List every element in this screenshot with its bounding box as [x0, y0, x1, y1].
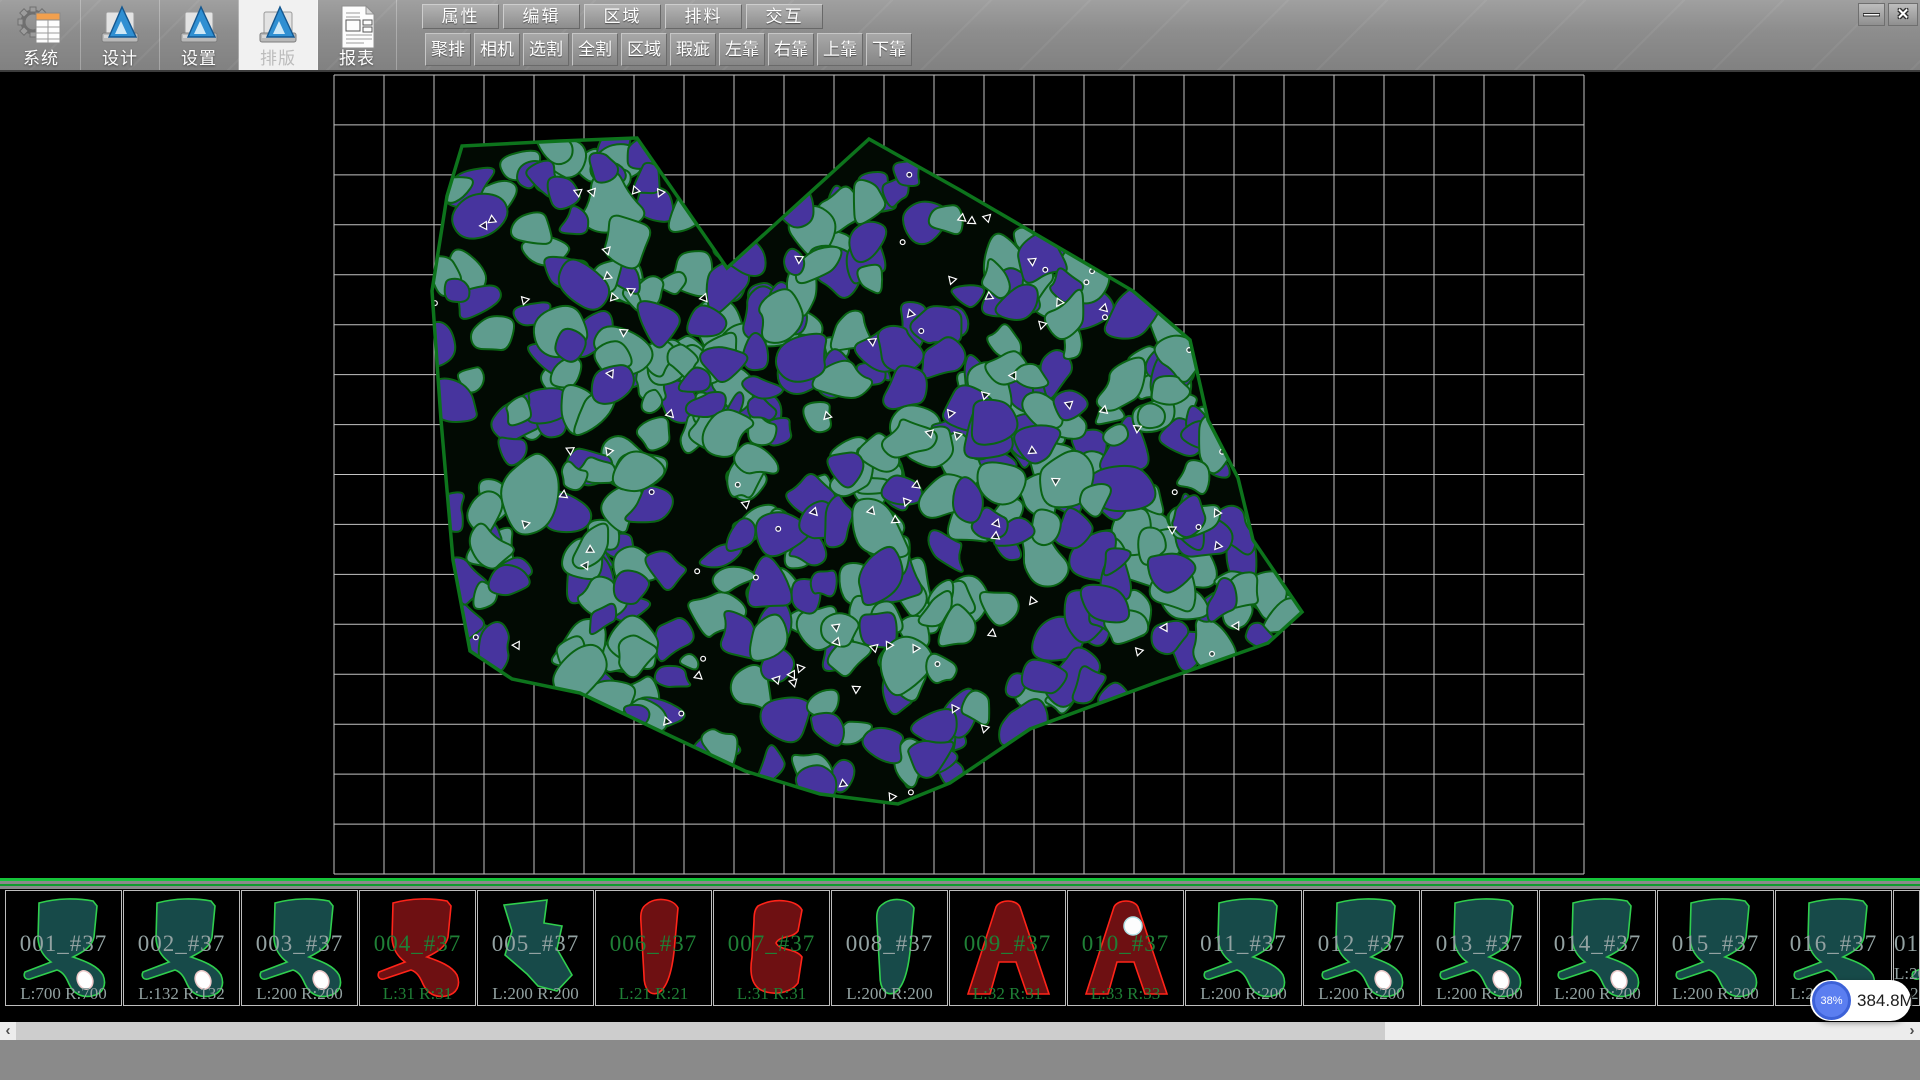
horizontal-scrollbar[interactable]: ‹ › — [0, 1022, 1920, 1040]
tool-button-10[interactable]: 下靠 — [866, 33, 912, 66]
piece-shape-preview — [596, 891, 712, 1005]
piece-thumbnail-9[interactable]: 009_#37L:32 R:31 — [949, 890, 1066, 1006]
piece-thumbnail-6[interactable]: 006_#37L:21 R:21 — [595, 890, 712, 1006]
piece-shape-preview — [1068, 891, 1184, 1005]
icon-button-label: 排版 — [239, 44, 317, 69]
nesting-drawing — [0, 72, 1920, 878]
tool-button-4[interactable]: 全割 — [572, 33, 618, 66]
piece-thumbnail-5[interactable]: 005_#37L:200 R:200 — [477, 890, 594, 1006]
green-separator-bottom — [0, 884, 1920, 886]
icon-button-label: 报表 — [318, 44, 396, 69]
tool-button-2[interactable]: 相机 — [474, 33, 520, 66]
piece-shape-preview — [950, 891, 1066, 1005]
tool-button-5[interactable]: 区域 — [621, 33, 667, 66]
piece-thumbnail-14[interactable]: 014_#37L:200 R:200 — [1539, 890, 1656, 1006]
menu-tab-4[interactable]: 排料 — [665, 4, 742, 29]
bottom-bar — [0, 1040, 1920, 1080]
icon-button-3[interactable]: 设置 — [160, 0, 239, 70]
tool-button-1[interactable]: 聚排 — [425, 33, 471, 66]
tool-button-3[interactable]: 选割 — [523, 33, 569, 66]
piece-shape-preview — [6, 891, 122, 1005]
icon-button-4[interactable]: 排版 — [239, 0, 318, 70]
piece-shape-preview — [124, 891, 240, 1005]
progress-percent-badge: 38% — [1812, 981, 1851, 1020]
icon-button-label: 设置 — [160, 44, 238, 69]
piece-shape-preview — [1540, 891, 1656, 1005]
piece-shape-preview — [1186, 891, 1302, 1005]
piece-thumbnail-7[interactable]: 007_#37L:31 R:31 — [713, 890, 830, 1006]
piece-shape-preview — [1422, 891, 1538, 1005]
memory-progress-pill: 38% 384.8M — [1810, 980, 1911, 1021]
piece-shape-preview — [242, 891, 358, 1005]
piece-shape-preview — [714, 891, 830, 1005]
tool-button-7[interactable]: 左靠 — [719, 33, 765, 66]
icon-button-2[interactable]: 设计 — [81, 0, 160, 70]
icon-button-5[interactable]: 报表 — [318, 0, 397, 70]
piece-shape-preview — [832, 891, 948, 1005]
tool-button-8[interactable]: 右靠 — [768, 33, 814, 66]
piece-thumbnail-1[interactable]: 001_#37L:700 R:700 — [5, 890, 122, 1006]
piece-thumbnail-3[interactable]: 003_#37L:200 R:200 — [241, 890, 358, 1006]
green-separator-top — [0, 878, 1920, 881]
piece-thumbnail-strip: 001_#37L:700 R:700002_#37L:132 R:132003_… — [0, 889, 1920, 1022]
menu-tab-3[interactable]: 区域 — [584, 4, 661, 29]
piece-thumbnail-10[interactable]: 010_#37L:33 R:33 — [1067, 890, 1184, 1006]
scrollbar-thumb[interactable] — [16, 1022, 1385, 1040]
progress-percent: 38% — [1820, 995, 1842, 1007]
piece-thumbnail-2[interactable]: 002_#37L:132 R:132 — [123, 890, 240, 1006]
close-button[interactable]: ✕ — [1888, 3, 1918, 26]
minimize-button[interactable]: — — [1858, 3, 1885, 26]
piece-shape-preview — [478, 891, 594, 1005]
icon-button-label: 系统 — [2, 44, 80, 69]
menu-tab-1[interactable]: 属性 — [422, 4, 499, 29]
nesting-canvas[interactable] — [0, 72, 1920, 878]
toolbar: 系统 设计 设置 排版 报表 属性编辑区域排料交互 聚排相机选割全割区域瑕疵左靠… — [0, 0, 1920, 72]
piece-thumbnail-8[interactable]: 008_#37L:200 R:200 — [831, 890, 948, 1006]
menu-tab-5[interactable]: 交互 — [746, 4, 823, 29]
piece-thumbnail-11[interactable]: 011_#37L:200 R:200 — [1185, 890, 1302, 1006]
piece-thumbnail-15[interactable]: 015_#37L:200 R:200 — [1657, 890, 1774, 1006]
piece-shape-preview — [1304, 891, 1420, 1005]
tool-button-6[interactable]: 瑕疵 — [670, 33, 716, 66]
icon-button-1[interactable]: 系统 — [2, 0, 81, 70]
tool-button-9[interactable]: 上靠 — [817, 33, 863, 66]
icon-button-label: 设计 — [81, 44, 159, 69]
piece-shape-preview — [1658, 891, 1774, 1005]
scroll-left-arrow-icon[interactable]: ‹ — [0, 1022, 16, 1040]
piece-shape-preview — [360, 891, 476, 1005]
piece-thumbnail-4[interactable]: 004_#37L:31 R:31 — [359, 890, 476, 1006]
scroll-right-arrow-icon[interactable]: › — [1904, 1022, 1920, 1040]
menu-tab-2[interactable]: 编辑 — [503, 4, 580, 29]
piece-thumbnail-13[interactable]: 013_#37L:200 R:200 — [1421, 890, 1538, 1006]
piece-thumbnail-12[interactable]: 012_#37L:200 R:200 — [1303, 890, 1420, 1006]
memory-usage-label: 384.8M — [1857, 980, 1914, 1021]
